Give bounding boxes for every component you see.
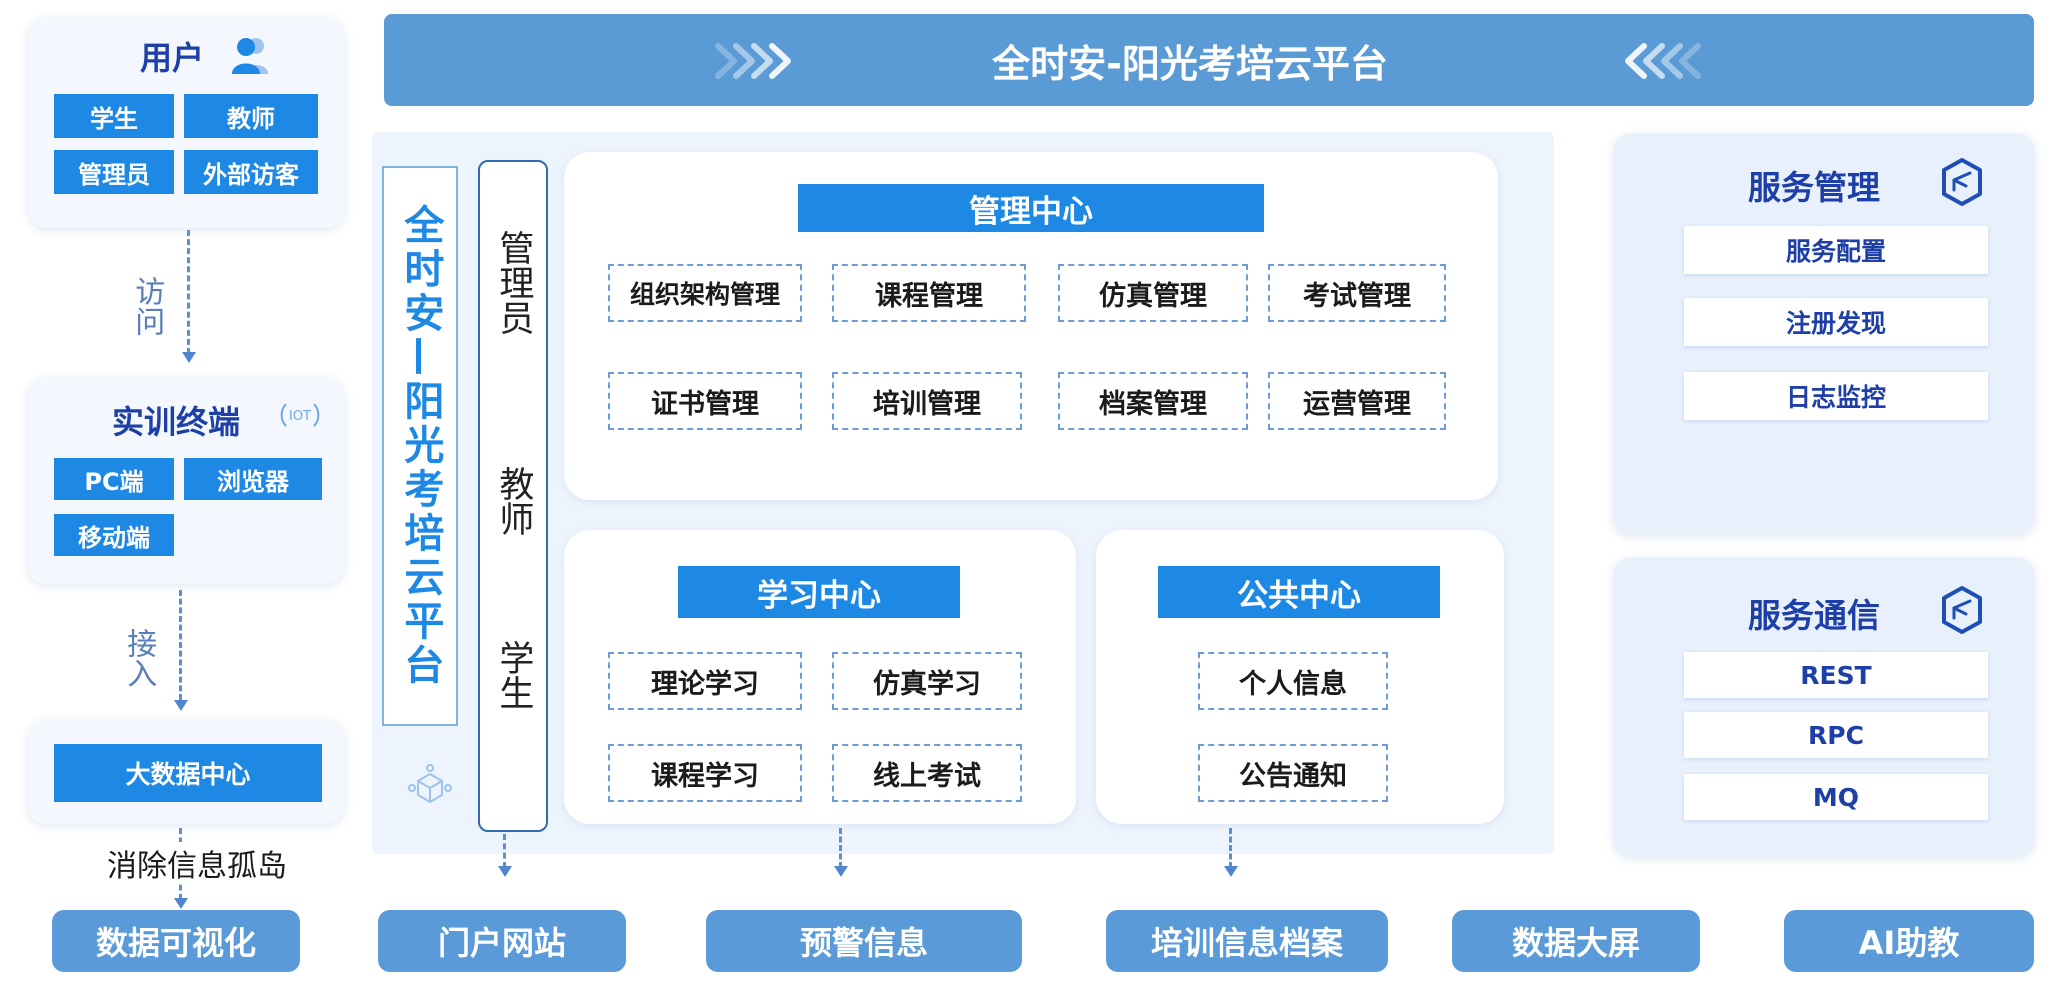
- output-training-archive: 培训信息档案: [1106, 910, 1388, 972]
- user-teacher: 教师: [184, 94, 318, 138]
- terminal-mobile: 移动端: [54, 514, 174, 556]
- management-title: 管理中心: [798, 184, 1264, 232]
- learn-online-exam: 线上考试: [832, 744, 1022, 802]
- banner-title: 全时安-阳光考培云平台: [992, 41, 1388, 86]
- cube-icon: [1942, 158, 1982, 206]
- chevrons-right-icon: [715, 43, 791, 79]
- output-portal: 门户网站: [378, 910, 626, 972]
- service-mgmt-title: 服务管理: [1748, 168, 1880, 207]
- access-arrow-icon: [182, 352, 196, 363]
- user-icon: [232, 38, 268, 74]
- warning-arrow-icon: [834, 866, 848, 877]
- public-title: 公共中心: [1158, 566, 1440, 618]
- output-data-visualization: 数据可视化: [52, 910, 300, 972]
- eliminate-arrow-icon: [174, 898, 188, 909]
- learning-title: 学习中心: [678, 566, 960, 618]
- comm-mq: MQ: [1684, 774, 1988, 820]
- bigdata-title: 大数据中心: [54, 744, 322, 802]
- connect-connector: [179, 590, 182, 700]
- access-connector: [187, 230, 190, 354]
- mgmt-archive: 档案管理: [1058, 372, 1248, 430]
- role-admin: 管理员: [493, 229, 534, 335]
- role-student: 学生: [493, 640, 534, 710]
- comm-rest: REST: [1684, 652, 1988, 698]
- user-student: 学生: [54, 94, 174, 138]
- mgmt-course: 课程管理: [832, 264, 1026, 322]
- portal-connector: [503, 834, 506, 868]
- iot-icon: IOT: [280, 403, 320, 427]
- cube-icon: [1942, 586, 1982, 634]
- mgmt-certificate: 证书管理: [608, 372, 802, 430]
- public-personal-info: 个人信息: [1198, 652, 1388, 710]
- public-announcement: 公告通知: [1198, 744, 1388, 802]
- mgmt-training: 培训管理: [832, 372, 1022, 430]
- iot-label: IOT: [289, 409, 311, 424]
- output-data-screen: 数据大屏: [1452, 910, 1700, 972]
- mgmt-simulation: 仿真管理: [1058, 264, 1248, 322]
- service-config: 服务配置: [1684, 226, 1988, 274]
- platform-vertical-title: 全时安—阳光考培云平台: [382, 166, 458, 726]
- user-guest: 外部访客: [184, 150, 318, 194]
- user-admin: 管理员: [54, 150, 174, 194]
- users-title: 用户: [140, 39, 205, 77]
- eliminate-label: 消除信息孤岛: [92, 842, 302, 884]
- access-label: 访问: [129, 276, 165, 336]
- learn-theory: 理论学习: [608, 652, 802, 710]
- comm-rpc: RPC: [1684, 712, 1988, 758]
- warning-connector: [839, 828, 842, 868]
- service-discovery: 注册发现: [1684, 298, 1988, 346]
- role-teacher: 教师: [493, 466, 534, 536]
- terminal-browser: 浏览器: [184, 458, 322, 500]
- terminal-title: 实训终端: [112, 403, 241, 441]
- output-warning: 预警信息: [706, 910, 1022, 972]
- connect-label: 接入: [121, 628, 157, 688]
- portal-arrow-icon: [498, 866, 512, 877]
- chevrons-left-icon: [1625, 43, 1701, 79]
- terminal-pc: PC端: [54, 458, 174, 500]
- learn-course: 课程学习: [608, 744, 802, 802]
- output-ai-assistant: AI助教: [1784, 910, 2034, 972]
- connect-arrow-icon: [174, 700, 188, 711]
- cube-network-icon: [408, 764, 452, 804]
- service-log-monitor: 日志监控: [1684, 372, 1988, 420]
- mgmt-exam: 考试管理: [1268, 264, 1446, 322]
- archive-connector: [1229, 828, 1232, 868]
- service-comm-title: 服务通信: [1748, 596, 1880, 635]
- mgmt-operations: 运营管理: [1268, 372, 1446, 430]
- archive-arrow-icon: [1224, 866, 1238, 877]
- learn-simulation: 仿真学习: [832, 652, 1022, 710]
- mgmt-org: 组织架构管理: [608, 264, 802, 322]
- architecture-diagram: 全时安-阳光考培云平台 用户 学生 教师 管理员 外部访客 访问 实训终端 IO…: [0, 0, 2047, 998]
